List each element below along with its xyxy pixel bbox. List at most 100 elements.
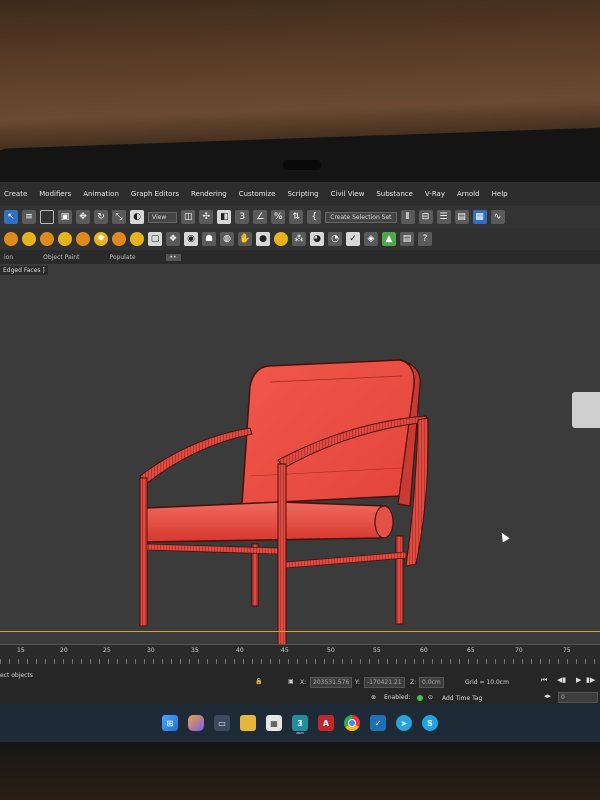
menu-create[interactable]: Create xyxy=(4,190,27,198)
go-to-start-icon[interactable]: ⏮ xyxy=(541,676,547,685)
fur-icon[interactable]: ❖ xyxy=(166,232,180,246)
ribbon-tab-selection[interactable]: ion xyxy=(4,254,13,261)
render-frame-icon[interactable]: ◍ xyxy=(220,232,234,246)
toggle-ribbon-icon[interactable]: ▤ xyxy=(454,210,469,224)
menu-civil-view[interactable]: Civil View xyxy=(331,190,365,198)
render-icon[interactable]: ☗ xyxy=(202,232,216,246)
reference-coordinate-dropdown[interactable]: View xyxy=(148,211,178,223)
calendar-icon[interactable]: ▦ xyxy=(266,715,282,731)
rect-selection-icon[interactable] xyxy=(40,210,54,224)
physcam-icon[interactable]: ▲ xyxy=(382,232,396,246)
ribbon-tab-object-paint[interactable]: Object Paint xyxy=(43,254,79,261)
menu-scripting[interactable]: Scripting xyxy=(287,190,318,198)
next-frame-icon[interactable]: ▮▶ xyxy=(586,676,595,684)
help-icon[interactable]: ? xyxy=(418,232,432,246)
hand-icon[interactable]: ✋ xyxy=(238,232,252,246)
timeline-tick: 15 xyxy=(17,647,25,654)
enabled-indicator-icon[interactable] xyxy=(417,695,423,701)
armchair-model[interactable] xyxy=(130,356,440,656)
palette-icon[interactable] xyxy=(274,232,288,246)
menu-help[interactable]: Help xyxy=(492,190,508,198)
color-balls-icon[interactable]: ⁂ xyxy=(292,232,306,246)
acrobat-icon[interactable]: A xyxy=(318,715,334,731)
ribbon-tabs: ion Object Paint Populate •• xyxy=(0,250,600,264)
sphere-icon[interactable] xyxy=(22,232,36,246)
windows-taskbar: ⊞ ▭ ▦ 3 2023 A ✓ ➤ S xyxy=(0,704,600,742)
bitmap-icon[interactable]: ◔ xyxy=(328,232,342,246)
z-coordinate-field[interactable]: 0.0cm xyxy=(419,677,444,688)
create-selection-set-dropdown[interactable]: Create Selection Set xyxy=(325,211,397,223)
curve-editor-icon[interactable]: ∿ xyxy=(490,210,505,224)
select-by-name-icon[interactable]: ≡ xyxy=(22,210,36,224)
skype-icon[interactable]: S xyxy=(422,715,438,731)
menu-animation[interactable]: Animation xyxy=(83,190,119,198)
material-editor-icon[interactable]: ◕ xyxy=(310,232,324,246)
teapot-icon[interactable] xyxy=(4,232,18,246)
play-icon[interactable]: ▶ xyxy=(576,676,581,684)
camera-icon[interactable] xyxy=(130,232,144,246)
pivot-icon[interactable]: ◫ xyxy=(181,210,196,224)
menu-customize[interactable]: Customize xyxy=(239,190,276,198)
menu-arnold[interactable]: Arnold xyxy=(457,190,480,198)
dev-home-icon[interactable]: ▭ xyxy=(214,715,230,731)
notes-icon[interactable]: ▤ xyxy=(400,232,414,246)
select-manipulate-icon[interactable]: ✣ xyxy=(199,210,214,224)
material-sphere-icon[interactable]: ● xyxy=(256,232,270,246)
ribbon-more-button[interactable]: •• xyxy=(165,253,181,261)
window-crossing-icon[interactable]: ▣ xyxy=(58,210,72,224)
spinner-snap-icon[interactable]: ⇅ xyxy=(289,210,304,224)
angle-snap-icon[interactable]: ∠ xyxy=(253,210,268,224)
snaps-3d-icon[interactable]: 3 xyxy=(235,210,250,224)
vray-icon[interactable]: ✓ xyxy=(370,715,386,731)
keyboard-shortcut-icon[interactable]: ◧ xyxy=(217,210,232,224)
viewport-shading-label[interactable]: Edged Faces ] xyxy=(0,266,48,275)
chrome-icon[interactable] xyxy=(344,715,360,731)
adaptive-degradation-icon[interactable]: ⊗ xyxy=(371,694,376,701)
add-time-tag-button[interactable]: Add Time Tag xyxy=(442,695,482,702)
absolute-mode-icon[interactable]: ▣ xyxy=(288,678,294,685)
menu-modifiers[interactable]: Modifiers xyxy=(39,190,71,198)
box-icon[interactable] xyxy=(40,232,54,246)
x-coordinate-field[interactable]: 203531.576 xyxy=(310,677,353,688)
percent-snap-icon[interactable]: % xyxy=(271,210,286,224)
menu-rendering[interactable]: Rendering xyxy=(191,190,227,198)
place-icon[interactable]: ◐ xyxy=(130,210,144,224)
proxy-icon[interactable]: ▢ xyxy=(148,232,162,246)
copilot-icon[interactable] xyxy=(188,715,204,731)
render-setup-icon[interactable]: ◉ xyxy=(184,232,198,246)
time-tag-icon[interactable]: ⊙ xyxy=(428,694,433,701)
previous-frame-icon[interactable]: ◀▮ xyxy=(557,676,566,684)
plugin-icon[interactable]: ◈ xyxy=(364,232,378,246)
windows-start-icon[interactable]: ⊞ xyxy=(162,715,178,731)
checkmark-icon[interactable]: ✓ xyxy=(346,232,360,246)
ribbon-tab-populate[interactable]: Populate xyxy=(109,254,135,261)
lock-icon[interactable]: 🔒 xyxy=(255,678,262,685)
menu-graph-editors[interactable]: Graph Editors xyxy=(131,190,179,198)
light-icon[interactable] xyxy=(58,232,72,246)
file-explorer-icon[interactable] xyxy=(240,715,256,731)
timeline-tick: 50 xyxy=(327,647,335,654)
layer-explorer-icon[interactable]: ☰ xyxy=(436,210,451,224)
select-object-icon[interactable]: ↖ xyxy=(4,210,18,224)
mouse-cursor-icon xyxy=(498,530,510,543)
y-coordinate-field[interactable]: -170421.21 xyxy=(364,677,405,688)
dome-light-icon[interactable] xyxy=(112,232,126,246)
scale-icon[interactable]: ⤡ xyxy=(112,210,126,224)
edit-named-selection-icon[interactable]: { xyxy=(307,210,322,224)
align-icon[interactable]: ⊟ xyxy=(418,210,433,224)
menu-vray[interactable]: V-Ray xyxy=(425,190,445,198)
viewcube-icon[interactable] xyxy=(572,392,600,428)
scene-explorer-icon[interactable]: ▦ xyxy=(472,210,487,224)
timeline[interactable]: 15 20 25 30 35 40 45 50 55 60 65 70 75 xyxy=(0,644,600,664)
sun-icon[interactable]: ✹ xyxy=(94,232,108,246)
vray-light-icon[interactable] xyxy=(76,232,90,246)
rotate-icon[interactable]: ↻ xyxy=(94,210,108,224)
mirror-icon[interactable]: ⫴ xyxy=(400,210,415,224)
viewport[interactable]: Edged Faces ] xyxy=(0,264,600,647)
menu-substance[interactable]: Substance xyxy=(376,190,413,198)
telegram-icon[interactable]: ➤ xyxy=(396,715,412,731)
key-mode-icon[interactable]: ◂▸ xyxy=(544,692,551,700)
3ds-max-icon[interactable]: 3 2023 xyxy=(292,715,308,735)
move-icon[interactable]: ✥ xyxy=(76,210,90,224)
current-frame-field[interactable]: 0 xyxy=(558,692,598,703)
